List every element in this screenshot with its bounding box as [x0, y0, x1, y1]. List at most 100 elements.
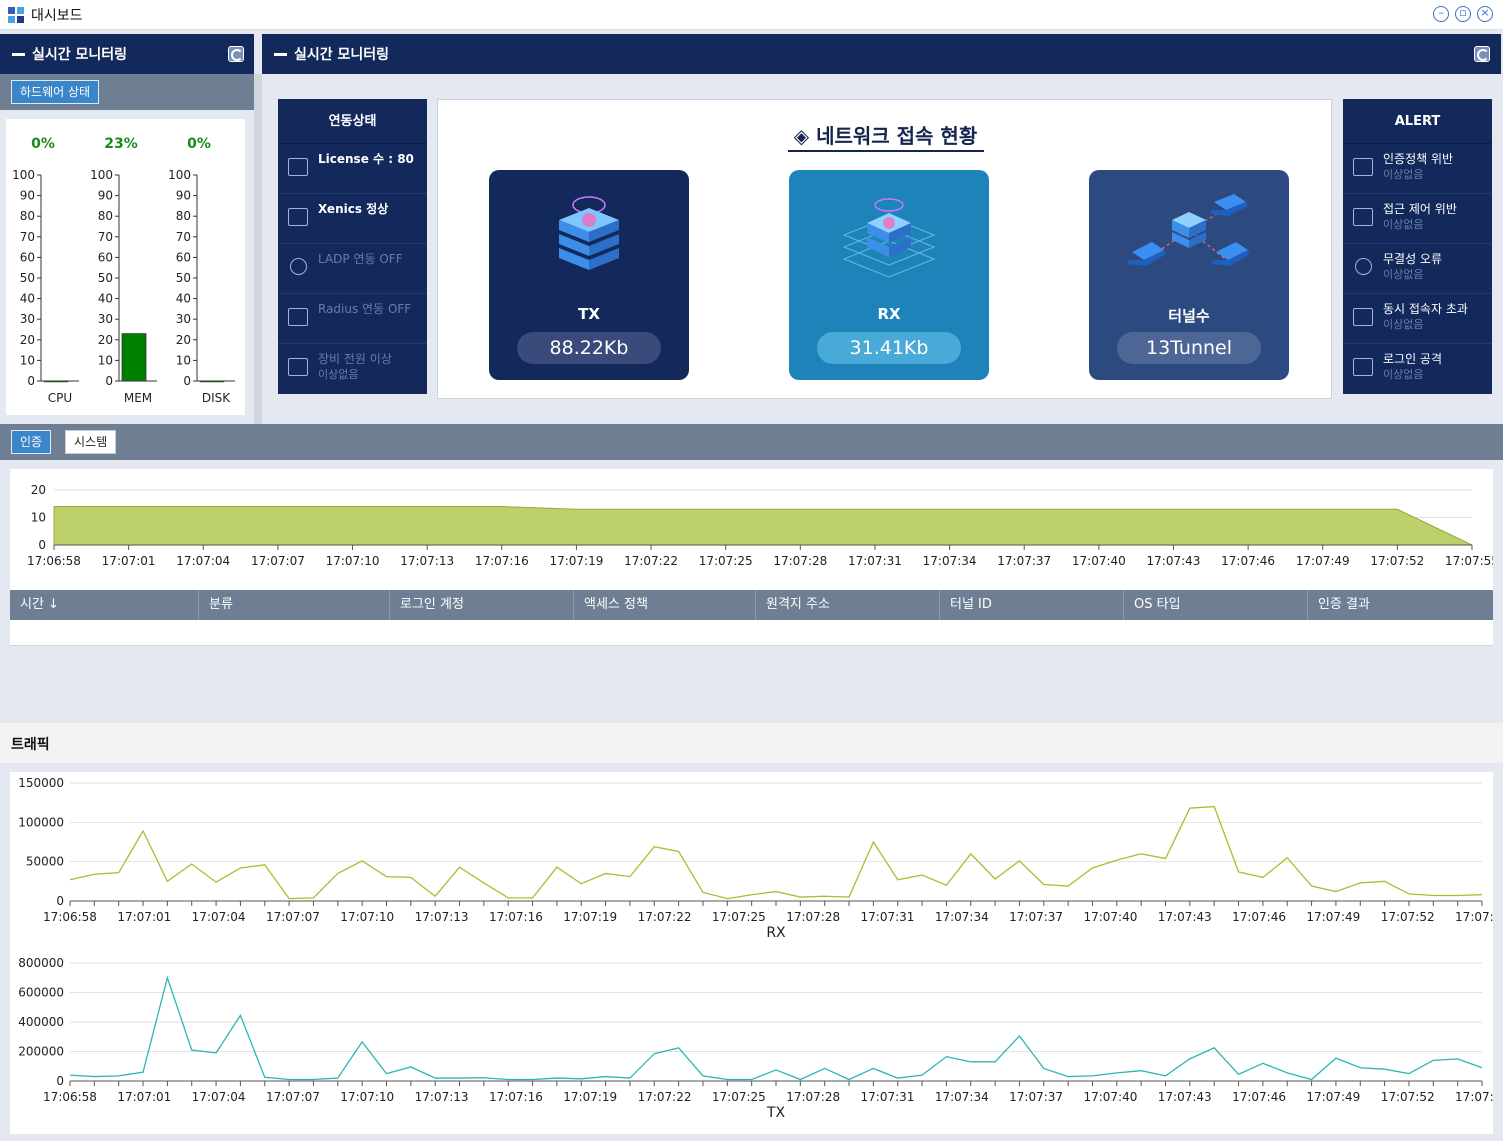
y-tick-label: 10	[20, 353, 35, 367]
log-tabs-bar	[0, 424, 1503, 460]
x-tick-label: 17:07:01	[117, 910, 171, 924]
column-tunnel-id[interactable]: 터널 ID	[940, 590, 1124, 620]
x-tick-label: 17:07:25	[699, 554, 753, 568]
y-tick-label: 100000	[18, 815, 64, 829]
right-panel-header: 실시간 모니터링	[262, 34, 1501, 74]
tab-auth[interactable]: 인증	[11, 430, 52, 454]
hardware-bars-area: 0% 100 90 80 70 60 50 40 30 20 10 0 CPU 23% 100 90 80 70 6…	[6, 119, 245, 415]
alert-sub: 이상없음	[1383, 318, 1424, 331]
x-tick-label: 17:07:04	[192, 910, 246, 924]
x-tick-label: 17:07:55	[1445, 554, 1493, 568]
column-login-account[interactable]: 로그인 계정	[390, 590, 574, 620]
x-tick-label: 17:07:22	[638, 910, 692, 924]
monitor-chart-icon	[1353, 208, 1373, 226]
y-tick-label: 0	[56, 1074, 64, 1088]
refresh-icon[interactable]	[1474, 46, 1490, 62]
x-tick-label: 17:07:37	[1009, 910, 1063, 924]
column-access-policy[interactable]: 액세스 정책	[574, 590, 756, 620]
x-tick-label: 17:06:58	[43, 1090, 97, 1104]
x-tick-label: 17:07:07	[266, 1090, 320, 1104]
server-stack-icon	[842, 198, 936, 278]
collapse-icon[interactable]	[12, 53, 25, 56]
bar-category-label: MEM	[124, 391, 152, 405]
alert-label: 무결성 오류	[1383, 252, 1443, 266]
column-os-type[interactable]: OS 타입	[1124, 590, 1308, 620]
y-tick-label: 100	[90, 168, 113, 182]
x-tick-label: 17:07:10	[340, 1090, 394, 1104]
x-tick-label: 17:07:55	[1455, 1090, 1493, 1104]
alert-sub: 이상없음	[1383, 268, 1424, 281]
x-tick-label: 17:07:25	[712, 1090, 766, 1104]
left-panel-header: 실시간 모니터링	[0, 34, 254, 74]
restore-icon[interactable]: ▫	[1455, 6, 1471, 22]
y-tick-label: 0	[38, 538, 46, 552]
x-tick-label: 17:07:13	[415, 1090, 469, 1104]
x-tick-label: 17:07:31	[848, 554, 902, 568]
y-tick-label: 90	[98, 189, 113, 203]
window-title: 대시보드	[31, 8, 83, 24]
alert-item: 인증정책 위반 이상없음	[1343, 144, 1492, 194]
x-tick-label: 17:07:40	[1083, 1090, 1137, 1104]
x-tick-label: 17:07:31	[861, 1090, 915, 1104]
x-tick-label: 17:07:40	[1072, 554, 1126, 568]
y-tick-label: 100	[12, 168, 35, 182]
x-tick-label: 17:06:58	[43, 910, 97, 924]
check-circle-icon	[290, 258, 307, 275]
traffic-line-charts: 0 50000 100000 150000 17:06:58 17:07:01 17:07:…	[18, 776, 1503, 1121]
y-tick-label: 50	[20, 271, 35, 285]
y-tick-label: 100	[168, 168, 191, 182]
minimize-icon[interactable]: –	[1433, 6, 1449, 22]
x-tick-label: 17:07:49	[1306, 910, 1360, 924]
x-tick-label: 17:07:28	[786, 1090, 840, 1104]
alert-label: 로그인 공격	[1383, 352, 1443, 366]
y-tick-label: 30	[98, 312, 113, 326]
y-tick-label: 80	[20, 209, 35, 223]
column-remote-address[interactable]: 원격지 주소	[756, 590, 940, 620]
x-tick-label: 17:07:43	[1147, 554, 1201, 568]
x-tick-label: 17:07:19	[549, 554, 603, 568]
y-tick-label: 150000	[18, 776, 64, 790]
x-tick-label: 17:07:31	[861, 910, 915, 924]
x-tick-label: 17:07:49	[1296, 554, 1350, 568]
y-tick-label: 70	[176, 230, 191, 244]
link-status-item: Xenics 정상	[278, 194, 427, 244]
alert-title: ALERT	[1343, 99, 1492, 144]
y-tick-label: 70	[98, 230, 113, 244]
network-title-underline	[788, 150, 984, 152]
x-tick-label: 17:07:16	[489, 910, 543, 924]
y-tick-label: 30	[20, 312, 35, 326]
x-tick-label: 17:07:10	[340, 910, 394, 924]
column-auth-result[interactable]: 인증 결과	[1308, 590, 1493, 620]
column-category[interactable]: 분류	[199, 590, 390, 620]
auth-log-grid-body	[10, 620, 1493, 646]
panel-splitter[interactable]	[254, 74, 262, 424]
y-tick-label: 70	[20, 230, 35, 244]
usage-bar-cpu	[43, 380, 69, 383]
close-icon[interactable]: ×	[1477, 6, 1493, 22]
y-tick-label: 20	[31, 483, 46, 497]
y-tick-label: 20	[176, 333, 191, 347]
collapse-icon[interactable]	[274, 53, 287, 56]
tunnel-value: 13Tunnel	[1117, 332, 1261, 364]
y-tick-label: 400000	[18, 1015, 64, 1029]
column-time[interactable]: 시간 ↓	[10, 590, 199, 620]
x-tick-label: 17:07:01	[117, 1090, 171, 1104]
box-icon	[288, 358, 308, 376]
x-tick-label: 17:07:34	[923, 554, 977, 568]
alert-item: 동시 접속자 초과 이상없음	[1343, 294, 1492, 344]
hardware-status-tab[interactable]: 하드웨어 상태	[11, 80, 100, 104]
y-tick-label: 20	[98, 333, 113, 347]
x-tick-label: 17:06:58	[27, 554, 81, 568]
tunnel-label: 터널수	[1168, 307, 1210, 325]
y-tick-label: 60	[20, 250, 35, 264]
refresh-icon[interactable]	[228, 46, 244, 62]
link-status-card: 연동상태 License 수 : 80 Xenics 정상 LADP 연동 OF…	[278, 99, 427, 394]
network-status-box: ◈ 네트워크 접속 현황 TX 88.22Kb RX 31.41Kb 터널수 1…	[437, 99, 1332, 399]
tunnel-card: 터널수 13Tunnel	[1089, 170, 1289, 380]
hardware-bar-charts: 0%1009080706050403020100CPU23%1009080706…	[12, 136, 235, 405]
y-tick-label: 60	[98, 250, 113, 264]
x-tick-label: 17:07:01	[102, 554, 156, 568]
left-panel-title: 실시간 모니터링	[32, 47, 128, 63]
tab-system[interactable]: 시스템	[65, 430, 117, 454]
y-tick-label: 50000	[26, 855, 64, 869]
